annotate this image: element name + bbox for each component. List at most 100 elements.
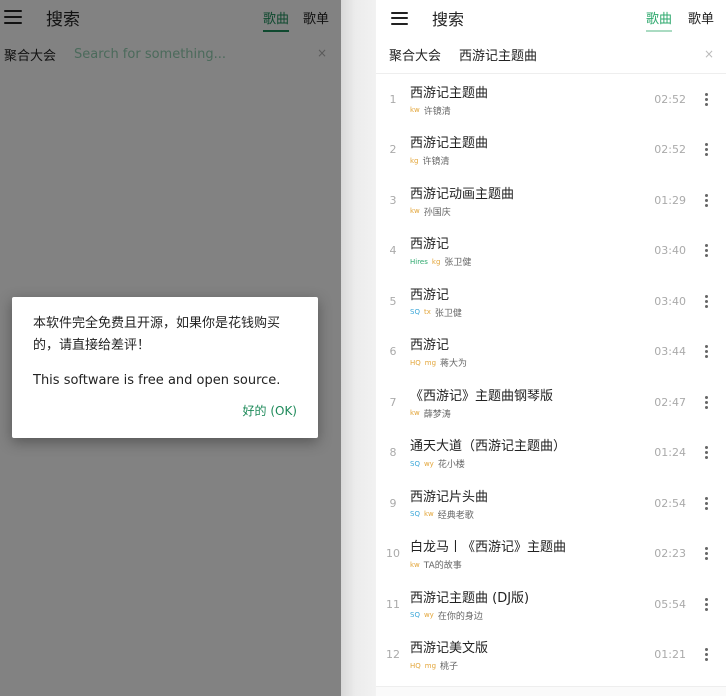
quality-source-badge: tx bbox=[423, 308, 431, 317]
quality-source-badge: SQ bbox=[410, 308, 420, 317]
more-options-icon[interactable] bbox=[696, 597, 716, 611]
song-info: 西游记 HQ mg 蒋大为 bbox=[410, 334, 646, 369]
song-meta: kw 薛梦涛 bbox=[410, 407, 646, 420]
song-artist: 在你的身边 bbox=[437, 611, 483, 622]
more-options-icon[interactable] bbox=[696, 446, 716, 460]
quality-source-badge: kw bbox=[423, 510, 434, 519]
song-artist: 蒋大为 bbox=[440, 359, 468, 370]
source-selector[interactable]: 聚合大会 bbox=[389, 45, 441, 64]
song-duration: 01:29 bbox=[654, 193, 686, 207]
song-duration: 02:52 bbox=[654, 143, 686, 157]
song-row[interactable]: 12 西游记美文版 HQ mg 桃子 01:21 bbox=[376, 630, 726, 681]
song-number: 1 bbox=[389, 92, 397, 106]
quality-source-badge: SQ bbox=[410, 459, 420, 468]
song-duration: 03:40 bbox=[654, 294, 686, 308]
song-row[interactable]: 1 西游记主题曲 kw 许镜清 02:52 bbox=[376, 74, 726, 125]
song-row[interactable]: 10 白龙马丨《西游记》主题曲 kw TA的故事 02:23 bbox=[376, 529, 726, 580]
panel-divider bbox=[341, 0, 377, 696]
song-title: 西游记主题曲 (DJ版) bbox=[410, 590, 530, 606]
more-options-icon[interactable] bbox=[696, 345, 716, 359]
song-number: 10 bbox=[386, 547, 400, 561]
song-info: 西游记动画主题曲 kw 孙国庆 bbox=[410, 183, 646, 218]
song-info: 西游记 SQ tx 张卫健 bbox=[410, 284, 646, 319]
song-duration: 02:54 bbox=[654, 496, 686, 510]
song-meta: kw TA的故事 bbox=[410, 558, 646, 572]
ok-button[interactable]: 好的 (OK) bbox=[243, 402, 298, 419]
song-row[interactable]: 6 西游记 HQ mg 蒋大为 03:44 bbox=[376, 327, 726, 378]
song-row[interactable]: 3 西游记动画主题曲 kw 孙国庆 01:29 bbox=[376, 175, 726, 226]
song-artist: TA的故事 bbox=[423, 561, 462, 572]
more-options-icon[interactable] bbox=[696, 193, 716, 207]
more-options-icon[interactable] bbox=[696, 648, 716, 662]
song-row[interactable]: 9 西游记片头曲 SQ kw 经典老歌 02:54 bbox=[376, 478, 726, 529]
song-artist: 张卫健 bbox=[444, 258, 472, 269]
song-info: 西游记美文版 HQ mg 桃子 bbox=[410, 637, 646, 672]
quality-source-badge: kw bbox=[410, 106, 420, 115]
song-number: 4 bbox=[389, 244, 397, 258]
quality-source-badge: kw bbox=[410, 409, 420, 418]
song-row[interactable]: 4 西游记 Hires kg 张卫健 03:40 bbox=[376, 226, 726, 277]
dialog-message-cn: 本软件完全免费且开源，如果你是花钱购买的，请直接给差评！ bbox=[33, 316, 281, 353]
song-duration: 03:44 bbox=[654, 345, 686, 359]
song-number: 3 bbox=[389, 193, 397, 207]
quality-source-badge: kw bbox=[410, 207, 420, 216]
song-title: 通天大道（西游记主题曲） bbox=[410, 439, 567, 455]
song-info: 西游记主题曲 kg 许镜清 bbox=[410, 132, 646, 167]
more-options-icon[interactable] bbox=[696, 496, 716, 510]
right-screen: 搜索 歌曲 歌单 聚合大会 西游记主题曲 × 1 西游记主题曲 kw 许镜清 02:52… bbox=[376, 0, 726, 696]
quality-source-badge: SQ bbox=[410, 611, 420, 620]
list-bottom-edge bbox=[376, 686, 726, 696]
song-meta: kw 孙国庆 bbox=[410, 205, 646, 218]
more-options-icon[interactable] bbox=[696, 92, 716, 106]
quality-source-badge: mg bbox=[424, 661, 437, 670]
song-meta: HQ mg 桃子 bbox=[410, 659, 646, 673]
tab-playlists[interactable]: 歌单 bbox=[688, 8, 714, 32]
song-duration: 02:52 bbox=[654, 92, 686, 106]
song-artist: 许镜清 bbox=[422, 157, 450, 168]
song-duration: 05:54 bbox=[654, 597, 686, 611]
song-artist: 薛梦涛 bbox=[423, 409, 451, 420]
song-info: 通天大道（西游记主题曲） SQ wy 花小楼 bbox=[410, 435, 646, 470]
page-title: 搜索 bbox=[432, 10, 465, 29]
song-meta: kw 许镜清 bbox=[410, 104, 646, 117]
song-row[interactable]: 2 西游记主题曲 kg 许镜清 02:52 bbox=[376, 125, 726, 176]
song-duration: 01:21 bbox=[654, 648, 686, 662]
song-row[interactable]: 8 通天大道（西游记主题曲） SQ wy 花小楼 01:24 bbox=[376, 428, 726, 479]
song-row[interactable]: 7 《西游记》主题曲钢琴版 kw 薛梦涛 02:47 bbox=[376, 377, 726, 428]
song-meta: Hires kg 张卫健 bbox=[410, 255, 646, 269]
more-options-icon[interactable] bbox=[696, 395, 716, 409]
song-title: 西游记动画主题曲 bbox=[410, 186, 515, 202]
license-dialog: 本软件完全免费且开源，如果你是花钱购买的，请直接给差评！ This softwa… bbox=[12, 297, 318, 438]
quality-source-badge: wy bbox=[423, 611, 434, 620]
song-meta: SQ wy 花小楼 bbox=[410, 457, 646, 471]
song-duration: 02:47 bbox=[654, 395, 686, 409]
song-number: 6 bbox=[389, 345, 397, 359]
song-meta: SQ kw 经典老歌 bbox=[410, 508, 646, 521]
tab-songs[interactable]: 歌曲 bbox=[645, 8, 672, 32]
search-input[interactable]: 西游记主题曲 bbox=[459, 45, 537, 64]
more-options-icon[interactable] bbox=[696, 244, 716, 258]
song-title: 白龙马丨《西游记》主题曲 bbox=[410, 540, 567, 556]
song-number: 7 bbox=[389, 395, 397, 409]
song-artist: 花小楼 bbox=[437, 460, 465, 471]
song-row[interactable]: 11 西游记主题曲 (DJ版) SQ wy 在你的身边 05:54 bbox=[376, 579, 726, 630]
dialog-message-en: This software is free and open source. bbox=[33, 373, 281, 388]
quality-source-badge: HQ bbox=[410, 661, 421, 670]
song-info: 西游记 Hires kg 张卫健 bbox=[410, 233, 646, 268]
more-options-icon[interactable] bbox=[696, 143, 716, 157]
song-artist: 孙国庆 bbox=[423, 207, 451, 218]
song-number: 11 bbox=[386, 597, 400, 611]
quality-source-badge: Hires bbox=[410, 257, 428, 266]
song-number: 5 bbox=[389, 294, 397, 308]
clear-icon[interactable]: × bbox=[704, 47, 714, 61]
more-options-icon[interactable] bbox=[696, 547, 716, 561]
song-title: 西游记美文版 bbox=[410, 641, 489, 657]
left-screen: 搜索 歌曲 歌单 聚合大会 × 本软件完全免费且开源，如果你是花钱购买的，请直接… bbox=[0, 0, 341, 696]
song-meta: SQ wy 在你的身边 bbox=[410, 609, 646, 622]
song-row[interactable]: 5 西游记 SQ tx 张卫健 03:40 bbox=[376, 276, 726, 327]
song-number: 2 bbox=[389, 143, 397, 157]
song-meta: kg 许镜清 bbox=[410, 154, 646, 168]
hamburger-menu-icon[interactable] bbox=[391, 11, 408, 25]
more-options-icon[interactable] bbox=[696, 294, 716, 308]
quality-source-badge: kg bbox=[410, 156, 419, 165]
